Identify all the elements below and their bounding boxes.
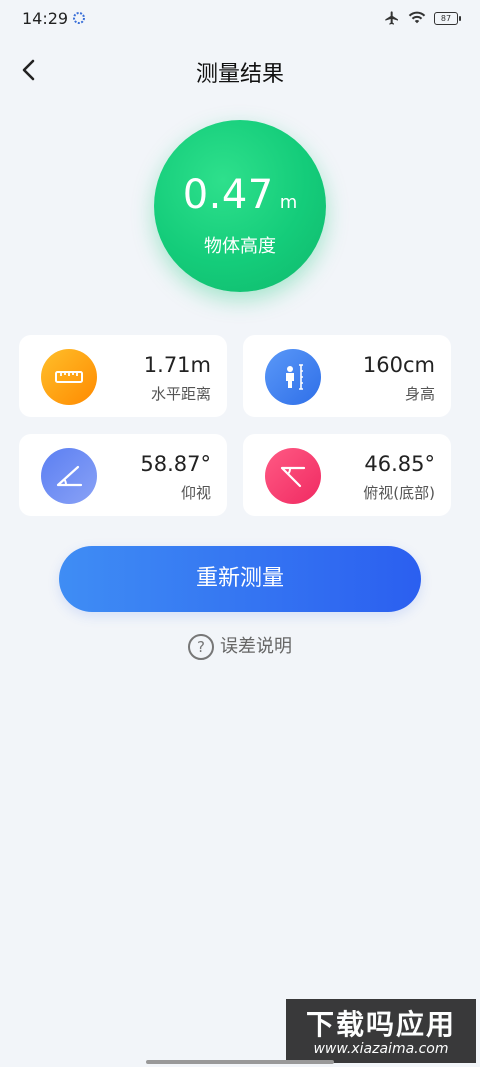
watermark-title: 下载吗应用	[305, 1008, 456, 1041]
card-value: 1.71m	[143, 353, 211, 377]
card-label: 俯视(底部)	[363, 484, 435, 502]
person-height-icon	[265, 349, 321, 405]
header: 测量结果	[0, 44, 480, 96]
card-value: 46.85°	[364, 452, 435, 476]
card-horizontal-distance: 1.71m 水平距离	[19, 335, 227, 417]
status-bar: 14:29 87	[0, 0, 480, 40]
page-title: 测量结果	[195, 62, 284, 87]
status-time: 14:29	[22, 9, 69, 28]
wifi-icon	[408, 11, 426, 24]
result-circle: 0.47 m 物体高度	[154, 120, 326, 292]
watermark: 下载吗应用 www.xiazaima.com	[286, 999, 476, 1063]
airplane-mode-icon	[385, 11, 398, 25]
home-indicator[interactable]	[146, 1060, 334, 1064]
watermark-url: www.xiazaima.com	[313, 1041, 449, 1057]
card-value: 160cm	[362, 353, 435, 377]
card-depression: 46.85° 俯视(底部)	[243, 434, 451, 516]
remeasure-button[interactable]: 重新测量	[59, 546, 421, 612]
result-label: 物体高度	[204, 236, 276, 257]
depression-angle-icon	[265, 448, 321, 504]
help-circle-icon: ?	[188, 634, 214, 660]
result-unit: m	[279, 192, 298, 213]
error-explain-link[interactable]: ? 误差说明	[0, 632, 480, 660]
card-label: 身高	[404, 385, 435, 403]
battery-indicator: 87	[434, 11, 461, 25]
card-label: 仰视	[180, 484, 211, 502]
app-notification-icon	[73, 12, 85, 24]
elevation-angle-icon	[41, 448, 97, 504]
ruler-icon	[41, 349, 97, 405]
card-height: 160cm 身高	[243, 335, 451, 417]
result-value: 0.47	[182, 172, 274, 218]
card-label: 水平距离	[150, 385, 211, 403]
error-explain-label: 误差说明	[220, 636, 292, 657]
card-value: 58.87°	[140, 452, 211, 476]
card-elevation: 58.87° 仰视	[19, 434, 227, 516]
